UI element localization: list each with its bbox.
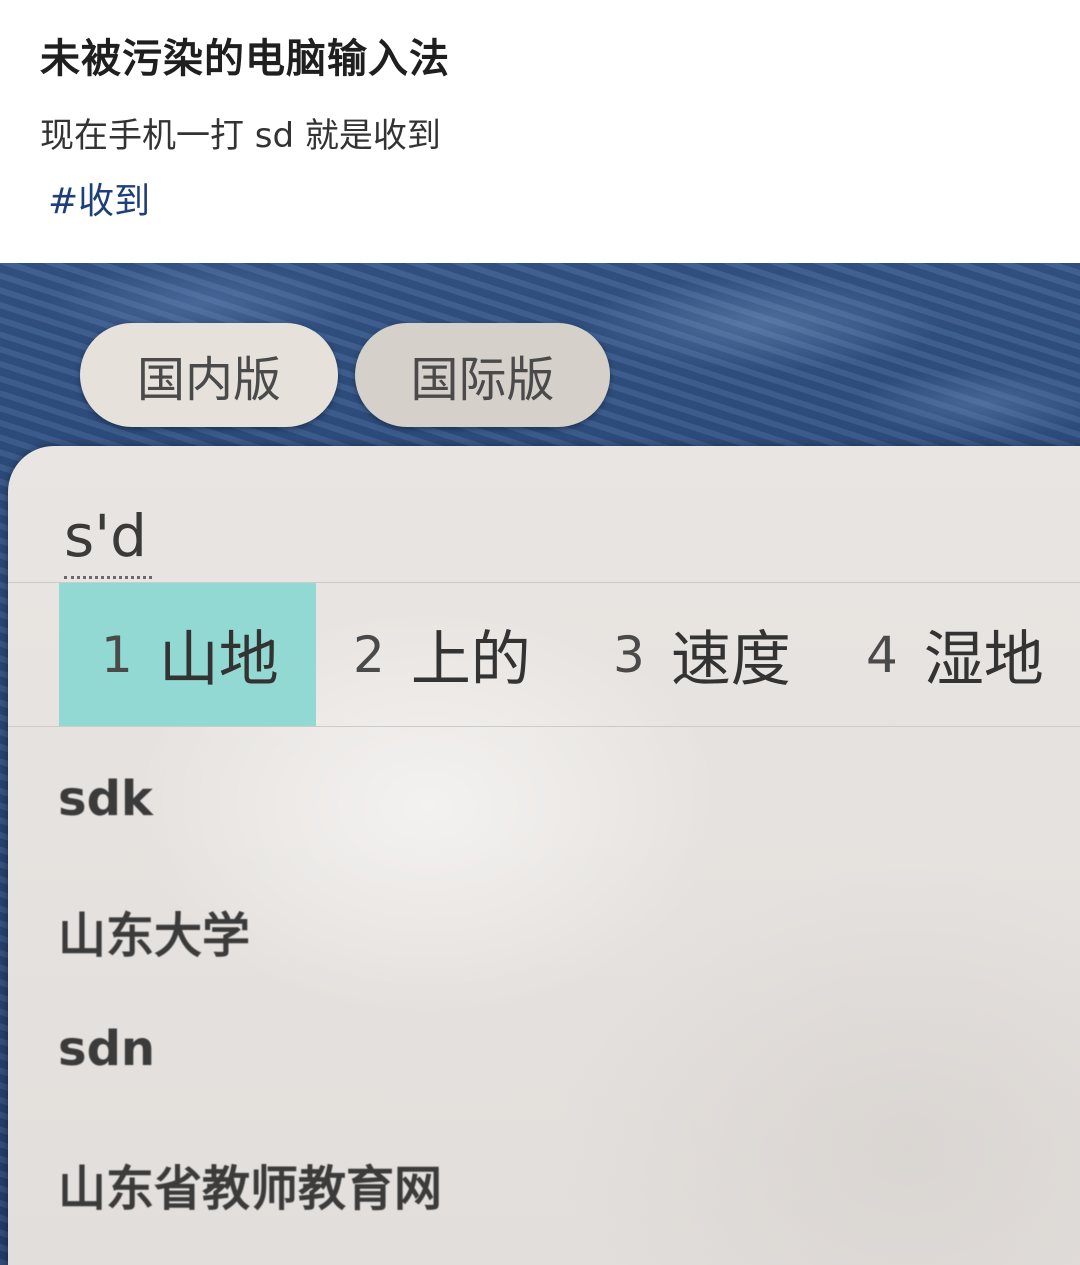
hashtag-link[interactable]: #收到 bbox=[48, 172, 150, 224]
candidate-number: 2 bbox=[353, 625, 385, 684]
candidate-3[interactable]: 3 速度 bbox=[613, 583, 791, 726]
suggestion-item[interactable]: 山东省教师教育网 bbox=[58, 1149, 442, 1219]
candidate-word: 山地 bbox=[158, 625, 279, 695]
candidate-word: 湿地 bbox=[923, 625, 1044, 695]
candidate-number: 3 bbox=[613, 625, 645, 684]
suggestion-item[interactable]: sdk bbox=[58, 771, 153, 827]
tab-international-version[interactable]: 国际版 bbox=[355, 323, 610, 427]
post-title: 未被污染的电脑输入法 bbox=[40, 36, 450, 82]
tab-domestic-label: 国内版 bbox=[136, 352, 281, 408]
tab-domestic-version[interactable]: 国内版 bbox=[80, 323, 338, 427]
candidate-row: 1 山地 2 上的 3 速度 4 湿地 bbox=[8, 583, 1080, 726]
candidate-4[interactable]: 4 湿地 bbox=[866, 583, 1044, 726]
photo: 国内版 国际版 s'd 1 山地 2 上的 3 速度 4 湿地 sdk 山东大学… bbox=[0, 263, 1080, 1265]
composition-text: s'd bbox=[64, 502, 147, 570]
divider bbox=[8, 726, 1080, 727]
candidate-2[interactable]: 2 上的 bbox=[353, 583, 531, 726]
candidate-number: 1 bbox=[101, 625, 133, 684]
post-body-text: 现在手机一打 sd 就是收到 bbox=[40, 116, 441, 156]
composition-underline bbox=[64, 576, 152, 579]
ime-candidate-panel: s'd 1 山地 2 上的 3 速度 4 湿地 sdk 山东大学 sdn 山东省… bbox=[8, 446, 1080, 1265]
tab-international-label: 国际版 bbox=[410, 352, 555, 408]
candidate-word: 上的 bbox=[410, 625, 531, 695]
candidate-word: 速度 bbox=[670, 625, 791, 695]
suggestion-item[interactable]: 山东大学 bbox=[58, 896, 250, 966]
suggestion-item[interactable]: sdn bbox=[58, 1021, 155, 1077]
candidate-number: 4 bbox=[866, 625, 898, 684]
candidate-1[interactable]: 1 山地 bbox=[59, 583, 316, 726]
